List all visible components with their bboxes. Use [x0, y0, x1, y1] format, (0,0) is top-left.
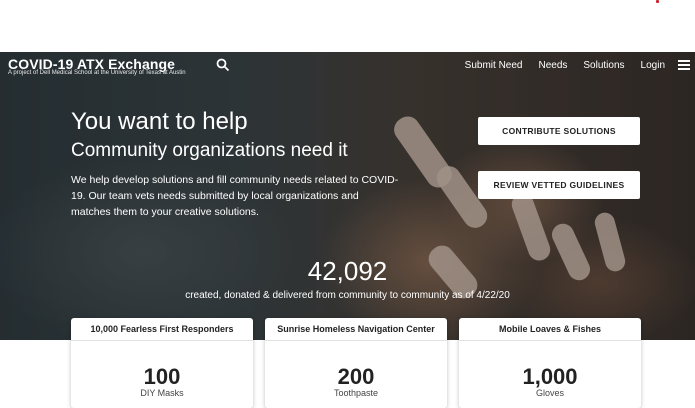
card-label: DIY Masks: [140, 388, 184, 398]
impact-cards: 10,000 Fearless First Responders 100 DIY…: [0, 318, 695, 408]
hero-section: COVID-19 ATX Exchange A project of Dell …: [0, 52, 695, 340]
total-count-caption: created, donated & delivered from commun…: [185, 290, 510, 301]
card-divider: [265, 340, 447, 341]
card-label: Gloves: [535, 388, 564, 398]
hero-description: We help develop solutions and fill commu…: [71, 174, 399, 218]
top-white-bar: [0, 0, 695, 52]
nav-links: Submit Need Needs Solutions Login: [465, 60, 665, 71]
card-number: 200: [337, 364, 375, 389]
nav-link-solutions[interactable]: Solutions: [583, 60, 624, 71]
card-title: Sunrise Homeless Navigation Center: [277, 324, 435, 334]
red-accent-dot: [656, 0, 659, 3]
card-divider: [71, 340, 253, 341]
impact-card[interactable]: Mobile Loaves & Fishes 1,000 Gloves: [459, 318, 641, 408]
nav-link-needs[interactable]: Needs: [538, 60, 567, 71]
card-title: Mobile Loaves & Fishes: [498, 324, 602, 334]
review-guidelines-button[interactable]: REVIEW VETTED GUIDELINES: [478, 171, 640, 199]
card-number: 1,000: [522, 364, 578, 389]
impact-card[interactable]: 10,000 Fearless First Responders 100 DIY…: [71, 318, 253, 408]
hero-subheadline: Community organizations need it: [71, 140, 348, 161]
hamburger-menu-icon[interactable]: [678, 60, 690, 70]
navbar: COVID-19 ATX Exchange A project of Dell …: [0, 52, 695, 80]
card-title: 10,000 Fearless First Responders: [90, 324, 234, 334]
search-icon[interactable]: [216, 58, 230, 72]
impact-card[interactable]: Sunrise Homeless Navigation Center 200 T…: [265, 318, 447, 408]
contribute-solutions-button[interactable]: CONTRIBUTE SOLUTIONS: [478, 117, 640, 145]
site-brand-subtitle: A project of Dell Medical School at the …: [8, 70, 186, 76]
nav-link-submit-need[interactable]: Submit Need: [465, 60, 523, 71]
card-divider: [459, 340, 641, 341]
nav-link-login[interactable]: Login: [641, 60, 665, 71]
card-label: Toothpaste: [333, 388, 379, 398]
hero-headline: You want to help: [71, 108, 248, 135]
card-number: 100: [143, 364, 181, 389]
total-count: 42,092: [307, 256, 388, 286]
